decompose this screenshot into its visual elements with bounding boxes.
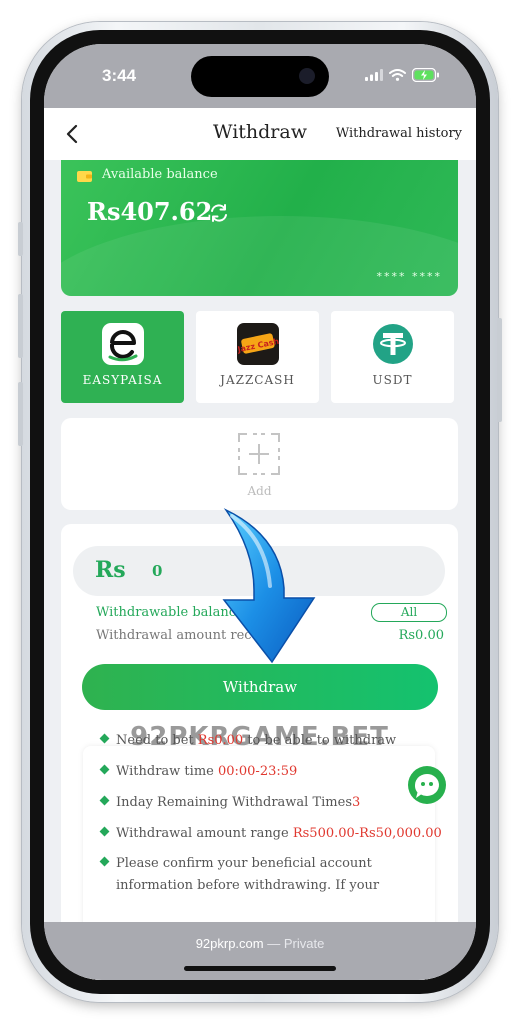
amount-received-value: Rs0.00 — [398, 628, 444, 643]
withdraw-button[interactable]: Withdraw — [82, 664, 438, 710]
dynamic-island — [191, 56, 329, 97]
add-account-card[interactable]: Add — [61, 418, 458, 510]
add-icon[interactable] — [237, 432, 281, 476]
screen: 3:44 Withdraw Withdrawal history Availab… — [44, 44, 476, 980]
status-time: 3:44 — [102, 66, 137, 85]
easypaisa-logo-icon — [102, 323, 144, 365]
all-button[interactable]: All — [371, 603, 447, 622]
masked-card-number: **** **** — [376, 270, 442, 283]
jazzcash-logo-icon: Jazz Cash — [237, 323, 279, 365]
arrow-pointer-icon — [222, 508, 316, 664]
method-easypaisa[interactable]: EASYPAISA — [61, 311, 184, 403]
status-bar: 3:44 — [44, 44, 476, 108]
withdrawal-history-link[interactable]: Withdrawal history — [336, 126, 462, 141]
available-balance-label: Available balance — [102, 167, 218, 182]
add-label: Add — [247, 484, 272, 498]
power-button — [497, 318, 502, 422]
amount-value: 0 — [152, 562, 163, 580]
home-indicator[interactable] — [184, 966, 336, 971]
volume-down-button — [18, 382, 23, 446]
action-button — [18, 222, 23, 256]
method-label: JAZZCASH — [220, 373, 295, 387]
camera-icon — [299, 68, 315, 84]
method-label: USDT — [372, 373, 413, 387]
browsing-mode: Private — [283, 936, 325, 951]
method-label: EASYPAISA — [82, 373, 163, 387]
method-usdt[interactable]: USDT — [331, 311, 454, 403]
battery-charging-icon — [412, 68, 439, 82]
tether-logo-icon — [373, 324, 413, 364]
signal-icon — [365, 69, 383, 81]
browser-bottom-bar: 92pkrp.com — Private — [44, 922, 476, 980]
status-icons — [365, 68, 440, 82]
chat-support-icon[interactable] — [407, 765, 447, 805]
method-jazzcash[interactable]: Jazz Cash JAZZCASH — [196, 311, 319, 403]
volume-up-button — [18, 294, 23, 358]
watermark-text: 92PKRGAME.BET — [130, 722, 389, 752]
url-domain: 92pkrp.com — [195, 936, 264, 951]
url-separator: — — [263, 936, 284, 951]
wallet-icon — [77, 171, 92, 182]
wifi-icon — [389, 69, 406, 81]
refresh-icon[interactable] — [208, 202, 230, 224]
balance-amount: Rs407.62 — [87, 197, 213, 226]
balance-card: Available balance Rs407.62 **** **** — [61, 160, 458, 296]
currency-label: Rs — [95, 557, 126, 583]
page-header: Withdraw Withdrawal history — [44, 108, 476, 160]
browser-url[interactable]: 92pkrp.com — Private — [44, 936, 476, 951]
